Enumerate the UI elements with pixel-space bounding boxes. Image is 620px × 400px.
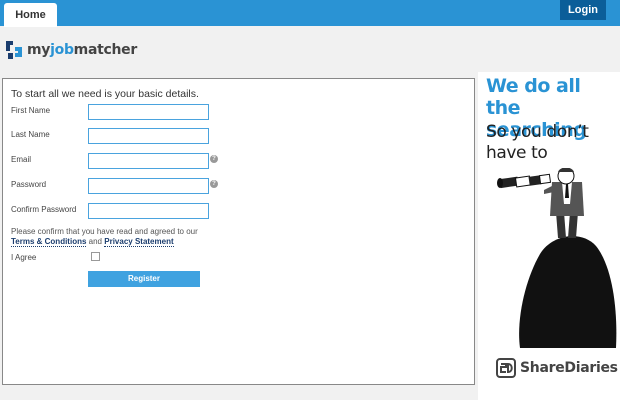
- terms-link[interactable]: Terms & Conditions: [11, 237, 87, 247]
- brand-text: ShareDiaries: [520, 360, 618, 376]
- tab-home[interactable]: Home: [4, 3, 57, 27]
- password-input[interactable]: [88, 178, 209, 194]
- password-help-icon[interactable]: ?: [210, 180, 218, 188]
- agree-checkbox[interactable]: [91, 252, 100, 261]
- logo-text-accent: job: [50, 42, 74, 58]
- confirm-password-input[interactable]: [88, 203, 209, 219]
- confirm-password-label: Confirm Password: [11, 205, 77, 214]
- login-button[interactable]: Login: [560, 0, 606, 20]
- logo-text-suffix: matcher: [73, 42, 138, 58]
- promo-panel: We do all the searching So you don’t hav…: [478, 72, 620, 400]
- last-name-input[interactable]: [88, 128, 209, 144]
- top-nav-bar: Home Login: [0, 0, 620, 27]
- confirm-text: Please confirm that you have read and ag…: [11, 227, 198, 236]
- privacy-link[interactable]: Privacy Statement: [104, 237, 174, 247]
- first-name-input[interactable]: [88, 104, 209, 120]
- telescope-man-illustration: [497, 168, 617, 348]
- form-intro: To start all we need is your basic detai…: [11, 88, 199, 100]
- registration-form: To start all we need is your basic detai…: [2, 78, 475, 385]
- email-help-icon[interactable]: ?: [210, 155, 218, 163]
- sharediaries-brand[interactable]: ShareDiaries: [496, 358, 618, 378]
- myjobmatcher-logo[interactable]: myjobmatcher: [4, 38, 137, 62]
- sharediaries-logo-icon: [496, 358, 516, 378]
- first-name-label: First Name: [11, 106, 51, 115]
- register-button[interactable]: Register: [88, 271, 200, 287]
- promo-subline: So you don’t have to: [486, 122, 589, 163]
- agree-label: I Agree: [11, 253, 37, 262]
- email-label: Email: [11, 155, 32, 164]
- email-input[interactable]: [88, 153, 209, 169]
- last-name-label: Last Name: [11, 130, 50, 139]
- logo-text: myjobmatcher: [27, 42, 137, 58]
- logo-mark-icon: [6, 41, 22, 59]
- terms-confirm-text: Please confirm that you have read and ag…: [11, 227, 198, 247]
- password-label: Password: [11, 180, 47, 189]
- logo-text-prefix: my: [27, 42, 51, 58]
- and-text: and: [88, 237, 103, 246]
